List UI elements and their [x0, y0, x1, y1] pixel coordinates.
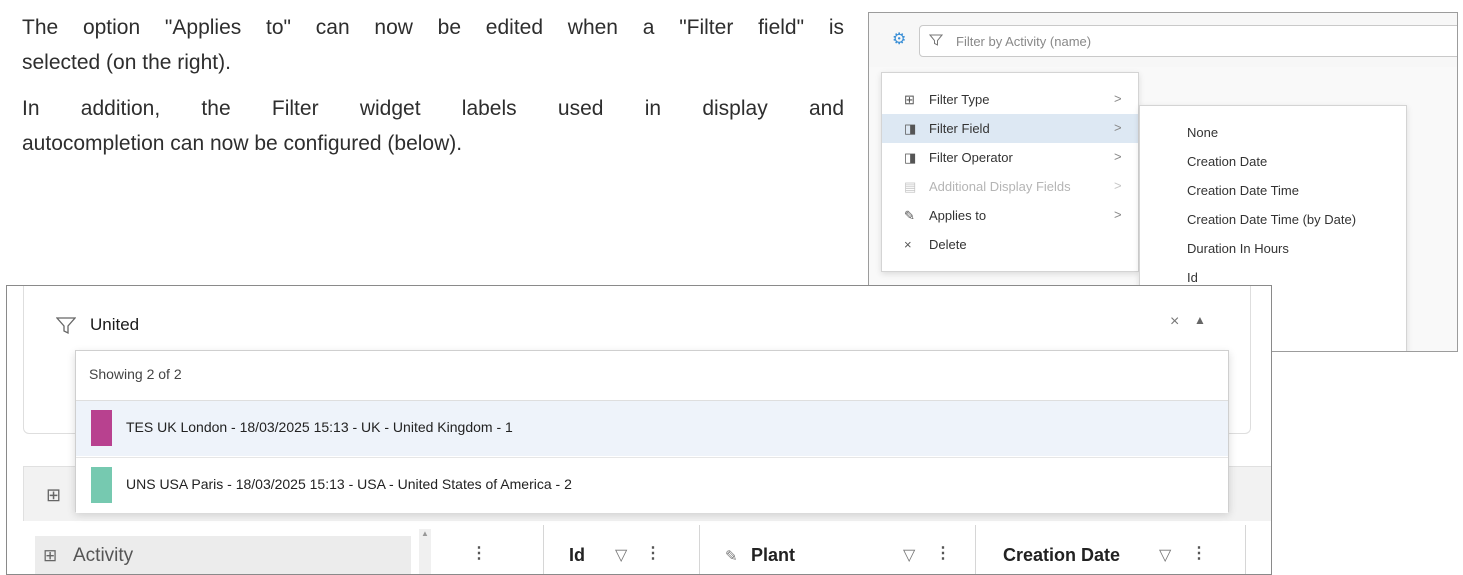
pin-icon: ✎: [904, 208, 915, 223]
filter-search-input[interactable]: United: [90, 315, 139, 335]
text-line: autocompletion can now be configured (be…: [22, 132, 463, 155]
clear-icon[interactable]: ×: [1170, 313, 1179, 331]
chevron-right-icon: >: [1114, 120, 1122, 135]
text-line: selected (on the right).: [22, 51, 231, 74]
column-divider: [1245, 525, 1246, 574]
column-header-id[interactable]: Id: [569, 545, 585, 566]
menu-item-label: Additional Display Fields: [929, 179, 1071, 194]
activity-panel-header[interactable]: ⊞ Activity: [35, 536, 411, 574]
column-icon: ◨: [904, 121, 917, 136]
menu-item-applies-to[interactable]: ✎ Applies to >: [882, 201, 1138, 230]
results-count-header: Showing 2 of 2: [76, 351, 1228, 401]
paragraph-applies-to: The option "Applies to" can now be edite…: [22, 10, 844, 80]
paragraph-labels: In addition, the Filter widget labels us…: [22, 91, 844, 161]
column-menu-icon[interactable]: ⋮: [935, 543, 951, 563]
menu-item-filter-type[interactable]: ⊞ Filter Type >: [882, 85, 1138, 114]
text-line: In addition, the Filter widget labels us…: [22, 97, 844, 120]
chevron-right-icon: >: [1114, 91, 1122, 106]
menu-item-label: Applies to: [929, 208, 987, 223]
column-menu-icon[interactable]: ⋮: [471, 543, 487, 563]
filter-icon[interactable]: ▽: [615, 545, 627, 565]
explanation-text: The option "Applies to" can now be edite…: [22, 10, 844, 172]
text-line: The option "Applies to" can now be edite…: [22, 16, 844, 39]
grid-icon: ⊞: [904, 92, 915, 107]
column-menu-icon[interactable]: ⋮: [645, 543, 661, 563]
column-header-creation-date[interactable]: Creation Date: [1003, 545, 1120, 566]
menu-item-label: Delete: [929, 237, 967, 252]
column-divider: [975, 525, 976, 574]
menu-item-filter-field[interactable]: ◨ Filter Field >: [882, 114, 1138, 143]
activity-label: Activity: [73, 545, 134, 566]
autocomplete-option[interactable]: UNS USA Paris - 18/03/2025 15:13 - USA -…: [76, 457, 1228, 513]
scroll-up-icon[interactable]: ▲: [421, 529, 429, 538]
option-label: UNS USA Paris - 18/03/2025 15:13 - USA -…: [126, 476, 572, 492]
autocomplete-dropdown: Showing 2 of 2 TES UK London - 18/03/202…: [75, 350, 1229, 513]
submenu-item-creation-date[interactable]: Creation Date: [1187, 154, 1267, 169]
chevron-right-icon: >: [1114, 149, 1122, 164]
menu-item-additional-display-fields: ▤ Additional Display Fields >: [882, 172, 1138, 201]
filter-placeholder: Filter by Activity (name): [956, 34, 1092, 49]
funnel-icon: [929, 34, 943, 46]
column-icon: ◨: [904, 150, 917, 165]
filter-icon[interactable]: ▽: [1159, 545, 1171, 565]
option-label: TES UK London - 18/03/2025 15:13 - UK - …: [126, 419, 513, 435]
column-divider: [699, 525, 700, 574]
menu-item-delete[interactable]: × Delete: [882, 230, 1138, 259]
pin-icon: ✎: [725, 548, 738, 565]
grid-icon[interactable]: ⊞: [46, 485, 61, 506]
submenu-item-none[interactable]: None: [1187, 125, 1218, 140]
chevron-right-icon: >: [1114, 178, 1122, 193]
filter-bar: ⚙ Filter by Activity (name): [869, 13, 1457, 67]
autocomplete-option[interactable]: TES UK London - 18/03/2025 15:13 - UK - …: [76, 401, 1228, 456]
chevron-up-icon[interactable]: ▲: [1194, 313, 1206, 327]
menu-item-label: Filter Type: [929, 92, 990, 107]
menu-item-filter-operator[interactable]: ◨ Filter Operator >: [882, 143, 1138, 172]
submenu-item-duration-in-hours[interactable]: Duration In Hours: [1187, 241, 1289, 256]
gear-icon[interactable]: ⚙: [892, 32, 908, 48]
column-menu-icon[interactable]: ⋮: [1191, 543, 1207, 563]
submenu-item-creation-date-time[interactable]: Creation Date Time: [1187, 183, 1299, 198]
filter-autocomplete-screenshot: United × ▲ ⊞ ⊞ Activity ▲ ⋮ Id ▽ ⋮ ✎ Pla…: [6, 285, 1272, 575]
menu-item-label: Filter Operator: [929, 150, 1013, 165]
color-swatch: [91, 467, 112, 503]
grid-icon: ⊞: [43, 546, 58, 565]
chevron-right-icon: >: [1114, 207, 1122, 222]
filter-input[interactable]: Filter by Activity (name): [919, 25, 1457, 57]
close-icon: ×: [904, 237, 912, 252]
grid-header: ⊞ Activity ▲ ⋮ Id ▽ ⋮ ✎ Plant ▽ ⋮ Creati…: [23, 521, 1271, 574]
column-header-plant[interactable]: Plant: [751, 545, 795, 566]
color-swatch: [91, 410, 112, 446]
list-icon: ▤: [904, 179, 917, 194]
results-count: Showing 2 of 2: [89, 366, 182, 382]
filter-icon[interactable]: ▽: [903, 545, 915, 565]
context-menu: ⊞ Filter Type > ◨ Filter Field > ◨ Filte…: [881, 72, 1139, 272]
submenu-item-id[interactable]: Id: [1187, 270, 1198, 285]
funnel-icon: [56, 317, 76, 335]
menu-item-label: Filter Field: [929, 121, 990, 136]
submenu-item-creation-date-time-by-date[interactable]: Creation Date Time (by Date): [1187, 212, 1356, 227]
column-divider: [543, 525, 544, 574]
